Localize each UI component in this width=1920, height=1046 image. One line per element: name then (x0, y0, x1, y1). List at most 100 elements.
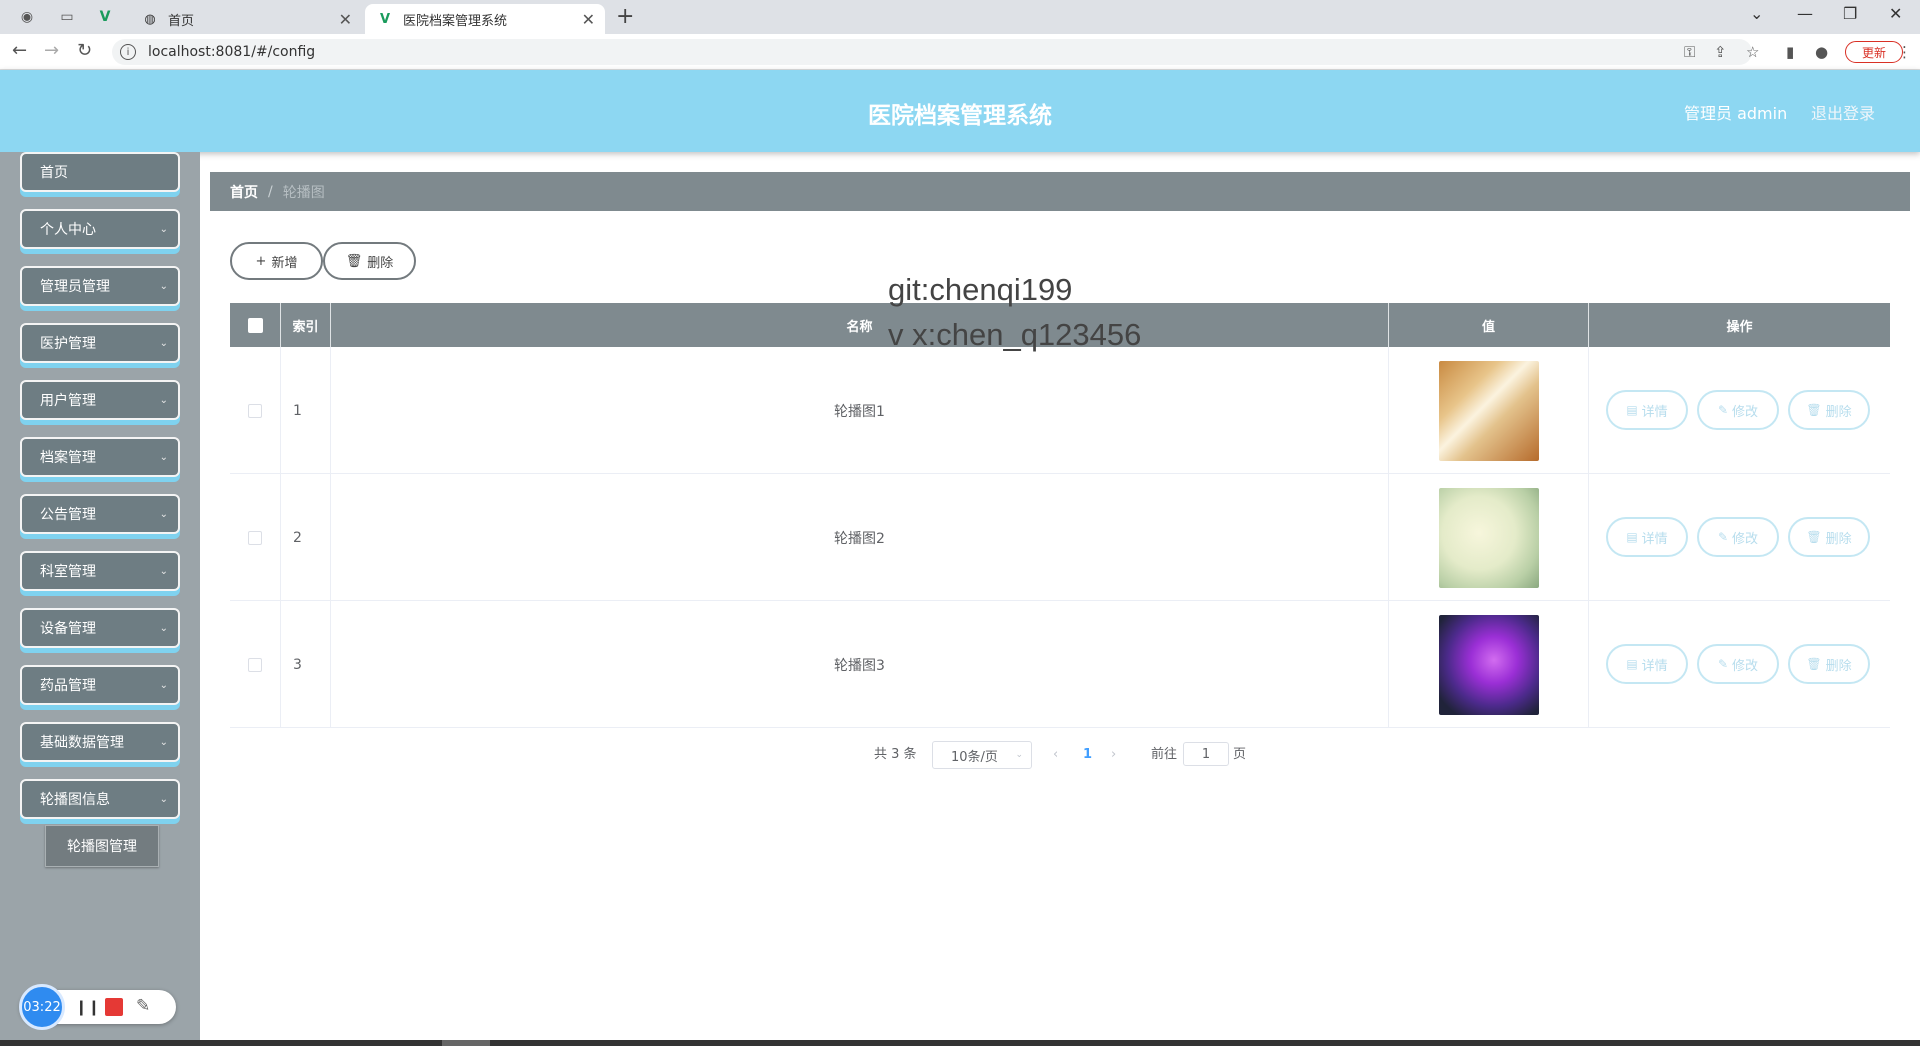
carousel-thumbnail[interactable] (1438, 487, 1539, 588)
row-index: 1 (281, 347, 331, 474)
detail-button[interactable]: ▤ 详情 (1606, 390, 1688, 430)
page-number-current[interactable]: 1 (1083, 741, 1092, 769)
row-checkbox[interactable] (248, 657, 262, 672)
row-checkbox[interactable] (248, 530, 262, 545)
row-delete-label: 删除 (1825, 404, 1852, 420)
add-button[interactable]: + 新增 (230, 242, 323, 280)
sidebar-item-archives[interactable]: 档案管理 ⌄ (20, 437, 180, 477)
submenu-carousel-manage[interactable]: 轮播图管理 (45, 825, 159, 867)
sidebar-item-label: 基础数据管理 (40, 735, 124, 751)
sidebar-item-label: 药品管理 (40, 678, 96, 694)
forward-icon[interactable]: → (44, 40, 59, 61)
bottom-scrollbar[interactable] (0, 1040, 1920, 1046)
chevron-down-icon: ⌄ (159, 622, 168, 634)
row-delete-button[interactable]: 🗑 删除 (1788, 390, 1870, 430)
share-icon[interactable]: ⇪ (1714, 43, 1727, 61)
logout-link[interactable]: 退出登录 (1811, 100, 1875, 124)
sidepanel-icon[interactable]: ▮ (1786, 43, 1794, 61)
breadcrumb-home[interactable]: 首页 (230, 182, 258, 202)
sidebar-item-basic-data[interactable]: 基础数据管理 ⌄ (20, 722, 180, 762)
address-bar: ← → ↻ i localhost:8081/#/config ⚿ ⇪ ☆ ▮ … (0, 34, 1920, 70)
vue-icon[interactable]: V (96, 8, 114, 26)
row-value (1389, 347, 1589, 474)
edit-label: 修改 (1732, 658, 1759, 674)
pencil-icon: ✎ (1717, 657, 1729, 671)
edit-button[interactable]: ✎ 修改 (1697, 517, 1779, 557)
edit-label: 修改 (1732, 531, 1759, 547)
github-icon[interactable]: ◉ (18, 8, 36, 26)
next-page-icon[interactable]: › (1111, 741, 1116, 769)
close-icon[interactable]: ✕ (582, 10, 595, 29)
row-delete-button[interactable]: 🗑 删除 (1788, 644, 1870, 684)
restore-icon[interactable]: ❐ (1843, 4, 1857, 23)
row-checkbox[interactable] (248, 403, 262, 418)
pen-icon[interactable]: ✎ (136, 996, 150, 1016)
pagination-total: 共 3 条 (874, 747, 917, 762)
browser-tab-home[interactable]: ◍ 首页 ✕ (130, 4, 362, 34)
watermark-line-1: git:chenqi199 (888, 272, 1073, 307)
row-index: 2 (281, 474, 331, 601)
new-tab-icon[interactable]: + (616, 4, 634, 29)
chevron-down-icon: ⌄ (159, 394, 168, 406)
scrollbar-thumb[interactable] (442, 1040, 490, 1046)
sidebar-item-label: 科室管理 (40, 564, 96, 580)
row-delete-button[interactable]: 🗑 删除 (1788, 517, 1870, 557)
menu-dots-icon[interactable]: ⋮ (1897, 43, 1912, 61)
goto-page-input[interactable]: 1 (1183, 742, 1229, 766)
carousel-thumbnail[interactable] (1438, 614, 1539, 715)
sidebar-item-carousel[interactable]: 轮播图信息 ⌄ (20, 779, 180, 819)
blank-tab-icon[interactable]: ▭ (58, 8, 76, 26)
trash-icon: 🗑 (345, 253, 363, 269)
url-text: localhost:8081/#/config (148, 44, 316, 60)
close-icon[interactable]: ✕ (339, 10, 352, 29)
sidebar-item-medical-staff[interactable]: 医护管理 ⌄ (20, 323, 180, 363)
edit-button[interactable]: ✎ 修改 (1697, 390, 1779, 430)
detail-button[interactable]: ▤ 详情 (1606, 644, 1688, 684)
document-icon: ▤ (1626, 403, 1638, 417)
column-header-name: 名称 (331, 303, 1389, 347)
document-icon: ▤ (1626, 657, 1638, 671)
profile-icon[interactable]: ● (1815, 43, 1828, 61)
recorder-timer: 03:22 (19, 984, 65, 1030)
update-button[interactable]: 更新 (1845, 41, 1903, 63)
sidebar-item-notices[interactable]: 公告管理 ⌄ (20, 494, 180, 534)
browser-tab-active[interactable]: V 医院档案管理系统 ✕ (365, 4, 605, 34)
table-row: 3 轮播图3 ▤ 详情 ✎ 修改 🗑 删除 (230, 601, 1890, 728)
sidebar-item-drugs[interactable]: 药品管理 ⌄ (20, 665, 180, 705)
sidebar-item-personal[interactable]: 个人中心 ⌄ (20, 209, 180, 249)
sidebar-item-users[interactable]: 用户管理 ⌄ (20, 380, 180, 420)
detail-button[interactable]: ▤ 详情 (1606, 517, 1688, 557)
reload-icon[interactable]: ↻ (77, 40, 92, 61)
url-field[interactable]: i localhost:8081/#/config (112, 39, 1752, 65)
window-close-icon[interactable]: ✕ (1889, 4, 1902, 23)
stop-icon[interactable] (105, 998, 123, 1016)
sidebar-item-departments[interactable]: 科室管理 ⌄ (20, 551, 180, 591)
prev-page-icon[interactable]: ‹ (1053, 741, 1058, 769)
detail-label: 详情 (1641, 404, 1668, 420)
sidebar-item-admins[interactable]: 管理员管理 ⌄ (20, 266, 180, 306)
carousel-thumbnail[interactable] (1438, 360, 1539, 461)
back-icon[interactable]: ← (12, 40, 27, 61)
sidebar-item-equipment[interactable]: 设备管理 ⌄ (20, 608, 180, 648)
breadcrumb-separator: / (268, 183, 273, 200)
edit-button[interactable]: ✎ 修改 (1697, 644, 1779, 684)
key-icon[interactable]: ⚿ (1684, 43, 1695, 61)
breadcrumb: 首页 / 轮播图 (210, 172, 1910, 211)
sidebar: 首页 个人中心 ⌄ 管理员管理 ⌄ 医护管理 ⌄ 用户管理 ⌄ 档案管理 ⌄ 公… (0, 152, 200, 1046)
table-row: 1 轮播图1 ▤ 详情 ✎ 修改 🗑 删除 (230, 347, 1890, 474)
pause-icon[interactable]: ❙❙ (75, 998, 100, 1016)
tab-label: 首页 (168, 13, 195, 29)
chevron-down-icon: ⌄ (1015, 750, 1023, 760)
tab-search-icon[interactable]: ⌄ (1750, 4, 1763, 23)
site-info-icon[interactable]: i (120, 44, 136, 60)
sidebar-item-home[interactable]: 首页 (20, 152, 180, 192)
minimize-icon[interactable]: — (1797, 4, 1813, 23)
plus-icon: + (255, 253, 267, 269)
edit-label: 修改 (1732, 404, 1759, 420)
row-value (1389, 601, 1589, 728)
star-icon[interactable]: ☆ (1746, 43, 1759, 61)
select-all-checkbox[interactable] (247, 317, 263, 333)
pencil-icon: ✎ (1717, 530, 1729, 544)
delete-button[interactable]: 🗑 删除 (323, 242, 416, 280)
page-size-select[interactable]: 10条/页 ⌄ (932, 741, 1032, 769)
